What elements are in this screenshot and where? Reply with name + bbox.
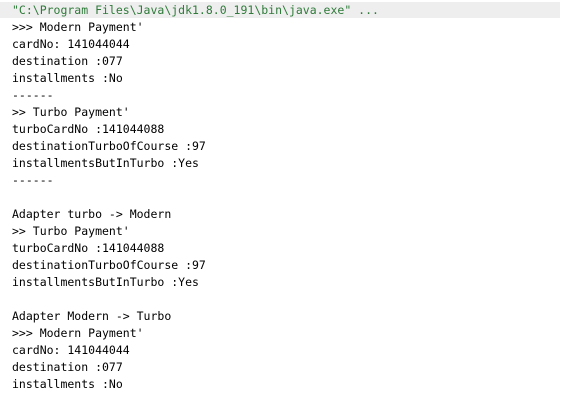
console-line: turboCardNo :141044088 xyxy=(12,241,165,255)
console-line: cardNo: 141044044 xyxy=(12,37,130,51)
console-line: >> Turbo Payment' xyxy=(12,105,130,119)
console-line: Adapter Modern -> Turbo xyxy=(12,309,172,323)
console-line: turboCardNo :141044088 xyxy=(12,122,165,136)
console-output-panel: "C:\Program Files\Java\jdk1.8.0_191\bin\… xyxy=(0,0,569,403)
console-line: installments :No xyxy=(12,377,123,391)
console-line: destinationTurboOfCourse :97 xyxy=(12,258,206,272)
console-line: installmentsButInTurbo :Yes xyxy=(12,275,199,289)
command-line[interactable]: "C:\Program Files\Java\jdk1.8.0_191\bin\… xyxy=(12,2,379,19)
console-line: >> Turbo Payment' xyxy=(12,224,130,238)
console-line: cardNo: 141044044 xyxy=(12,343,130,357)
console-line: installmentsButInTurbo :Yes xyxy=(12,156,199,170)
console-line: ------ xyxy=(12,88,54,102)
console-line: >>> Modern Payment' xyxy=(12,326,144,340)
console-line: ------ xyxy=(12,173,54,187)
console-line: >>> Modern Payment' xyxy=(12,20,144,34)
console-line: Adapter turbo -> Modern xyxy=(12,207,172,221)
console-line: destinationTurboOfCourse :97 xyxy=(12,139,206,153)
console-line: destination :077 xyxy=(12,54,123,68)
console-line: installments :No xyxy=(12,71,123,85)
console-line: destination :077 xyxy=(12,360,123,374)
console-lines: "C:\Program Files\Java\jdk1.8.0_191\bin\… xyxy=(12,2,379,393)
